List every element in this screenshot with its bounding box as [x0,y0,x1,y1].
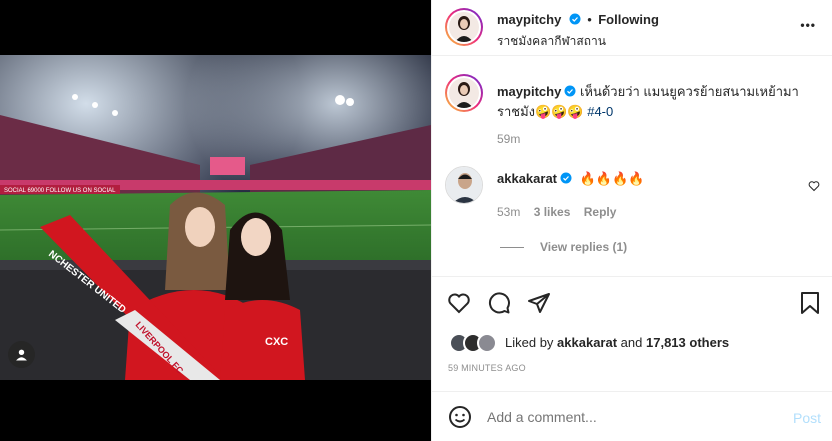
caption: maypitchy เห็นด้วยว่า แมนยูควรย้ายสนามเห… [497,82,817,122]
post-comment-button[interactable]: Post [793,410,821,426]
caption-hashtag[interactable]: #4-0 [587,104,613,119]
comment-time[interactable]: 53m [497,205,520,219]
smiley-icon [449,406,471,428]
post-actions: Liked by akkakarat and 17,813 others 59 … [432,276,832,373]
jersey-sponsor-text: CXC [265,336,288,348]
caption-author-avatar[interactable] [445,74,483,112]
post-details-panel: maypitchy • Following ราชมังคลากีฬาสถาน … [431,0,832,441]
add-comment-bar: Post [432,391,832,441]
commenter-avatar[interactable] [445,166,483,204]
emoji-button[interactable] [448,405,472,434]
heart-icon [808,181,820,192]
view-replies-label[interactable]: View replies (1) [540,240,627,254]
media-panel: SOCIAL 69000 FOLLOW US ON SOCIAL CXC NCH… [0,0,431,441]
comment-meta: 53m 3 likes Reply [497,205,616,219]
commenter-username[interactable]: akkakarat [497,171,557,186]
caption-text-line2: ราชมัง [497,104,536,119]
replies-divider [500,246,524,248]
bookmark-icon [801,292,819,314]
verified-badge-icon [569,13,581,25]
comment-button[interactable] [487,291,511,320]
liked-by-user[interactable]: akkakarat [557,335,617,350]
user-icon [16,349,27,361]
post-photo[interactable]: SOCIAL 69000 FOLLOW US ON SOCIAL CXC NCH… [0,55,431,380]
caption-author-username[interactable]: maypitchy [497,84,561,99]
avatar-image [449,12,479,42]
following-button[interactable]: Following [598,12,659,27]
author-username[interactable]: maypitchy [497,12,561,27]
liked-by-connector: and [620,335,643,350]
liked-by-avatars[interactable] [449,333,503,353]
save-button[interactable] [799,291,821,320]
liker-avatar [477,333,497,353]
post-header: maypitchy • Following ราชมังคลากีฬาสถาน … [432,0,832,56]
like-button[interactable] [447,291,471,320]
comment-like-button[interactable] [808,179,820,197]
more-options-button[interactable]: ••• [800,18,816,32]
post-timestamp[interactable]: 59 MINUTES AGO [448,363,526,373]
post-location[interactable]: ราชมังคลากีฬาสถาน [497,32,606,51]
avatar-image [449,78,479,108]
paper-plane-icon [528,293,550,313]
author-avatar[interactable] [445,8,483,46]
verified-badge-icon [560,172,572,184]
reply-button[interactable]: Reply [584,205,617,219]
caption-emojis: 🤪🤪🤪 [535,104,584,119]
caption-time[interactable]: 59m [497,132,520,146]
comment-likes[interactable]: 3 likes [534,205,571,219]
share-button[interactable] [527,291,551,320]
tagged-users-button[interactable] [8,341,35,368]
avatar-image [446,167,482,203]
comment-text: 🔥🔥🔥🔥 [579,171,645,186]
liked-by-prefix: Liked by [505,335,554,350]
comment-bubble-icon [488,292,510,314]
comment: akkakarat 🔥🔥🔥🔥 [497,171,644,187]
caption-text-line1: เห็นด้วยว่า แมนยูควรย้ายสนามเหย้ามา [579,84,799,99]
ad-board-text: SOCIAL 69000 FOLLOW US ON SOCIAL [4,188,116,194]
stadium-photo: SOCIAL 69000 FOLLOW US ON SOCIAL CXC NCH… [0,55,431,380]
view-replies[interactable]: View replies (1) [500,240,627,254]
verified-badge-icon [564,85,576,97]
add-comment-input[interactable] [487,407,757,427]
liked-by: Liked by akkakarat and 17,813 others [505,335,729,350]
heart-icon [448,293,470,314]
liked-by-others[interactable]: 17,813 others [646,335,729,350]
